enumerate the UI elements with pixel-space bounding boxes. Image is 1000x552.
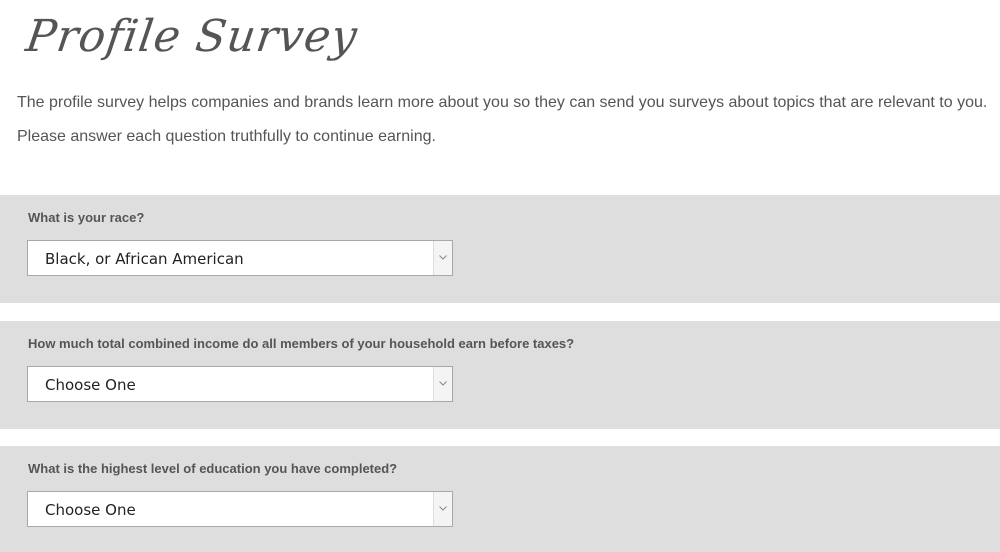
- education-select[interactable]: Choose One: [27, 491, 453, 527]
- income-select[interactable]: Choose One: [27, 366, 453, 402]
- select-value: Choose One: [45, 376, 136, 394]
- question-label: How much total combined income do all me…: [28, 336, 575, 351]
- question-label: What is the highest level of education y…: [28, 461, 398, 476]
- question-label: What is your race?: [28, 210, 145, 225]
- select-value: Black, or African American: [45, 250, 244, 268]
- question-race: What is your race? Black, or African Ame…: [0, 195, 1000, 303]
- select-value: Choose One: [45, 501, 136, 519]
- question-income: How much total combined income do all me…: [0, 321, 1000, 429]
- intro-text: The profile survey helps companies and b…: [17, 94, 988, 145]
- chevron-down-icon: [433, 367, 452, 401]
- question-education: What is the highest level of education y…: [0, 446, 1000, 552]
- page-title: Profile Survey: [22, 11, 361, 62]
- chevron-down-icon: [433, 492, 452, 526]
- chevron-down-icon: [433, 241, 452, 275]
- race-select[interactable]: Black, or African American: [27, 240, 453, 276]
